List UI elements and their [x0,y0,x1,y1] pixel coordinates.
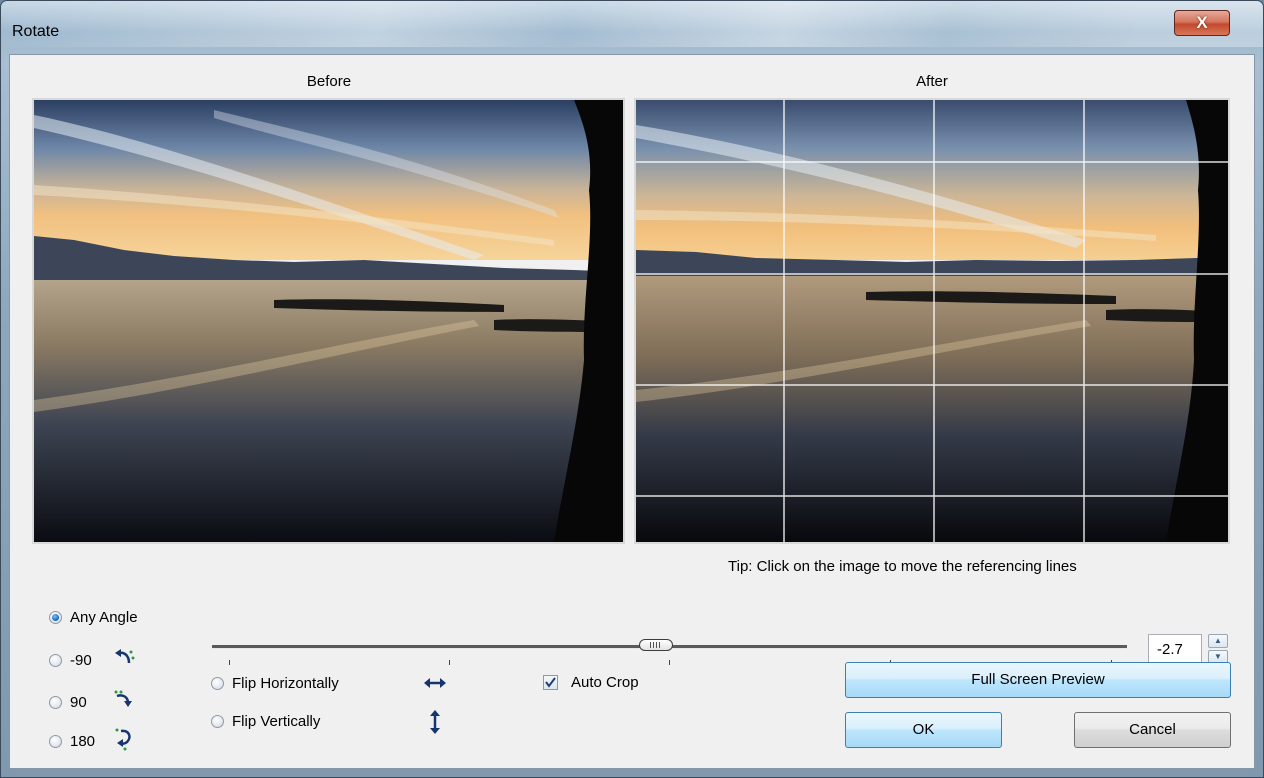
slider-tick [669,660,670,665]
radio-dot [49,654,62,667]
radio-180[interactable]: 180 [49,733,95,750]
radio-180-label: 180 [70,733,96,750]
auto-crop-label: Auto Crop [571,674,639,691]
ok-button[interactable]: OK [845,712,1002,748]
slider-tick [229,660,230,665]
slider-tick [449,660,450,665]
before-image [32,98,625,544]
rotate-180-icon [115,728,131,751]
cancel-button[interactable]: Cancel [1074,712,1231,748]
rotate-ccw-icon [115,649,135,664]
window-title: Rotate [12,23,60,40]
after-label: After [916,73,948,90]
radio-90-label: 90 [70,694,87,711]
angle-input[interactable]: -2.7 [1148,634,1202,665]
radio-flip-vertically[interactable]: Flip Vertically [211,713,320,730]
close-button[interactable]: X [1174,10,1230,36]
radio-dot [211,715,224,728]
radio-any-angle[interactable]: Any Angle [49,609,138,626]
after-image[interactable] [634,98,1230,544]
radio-90[interactable]: 90 [49,694,87,711]
radio-dot [211,677,224,690]
radio-dot [49,611,62,624]
titlebar [1,1,1263,47]
flip-horizontally-label: Flip Horizontally [232,675,339,692]
before-label: Before [306,73,352,90]
radio-minus-90[interactable]: -90 [49,652,92,669]
checkmark-icon [545,677,556,688]
flip-vertical-icon [430,710,440,734]
radio-minus-90-label: -90 [70,652,92,669]
spin-up-button[interactable]: ▲ [1208,634,1228,648]
radio-any-angle-label: Any Angle [70,609,138,626]
angle-slider-thumb[interactable] [639,639,673,651]
radio-dot [49,696,62,709]
rotate-cw-icon [114,690,132,707]
radio-flip-horizontally[interactable]: Flip Horizontally [211,675,339,692]
full-screen-preview-button[interactable]: Full Screen Preview [845,662,1231,698]
flip-vertically-label: Flip Vertically [232,713,321,730]
radio-dot [49,735,62,748]
flip-horizontal-icon [424,678,446,688]
auto-crop-checkbox[interactable] [543,675,558,690]
tip-text: Tip: Click on the image to move the refe… [728,558,1077,575]
